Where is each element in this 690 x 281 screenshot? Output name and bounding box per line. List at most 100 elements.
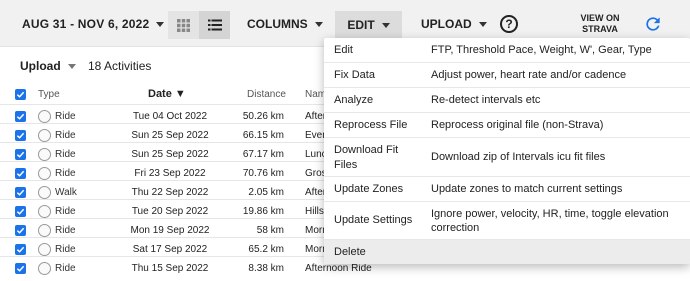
row-date: Tue 04 Oct 2022 <box>132 111 208 122</box>
view-on-strava-button[interactable]: VIEW ON STRAVA <box>577 13 623 35</box>
menu-item-label: Update Settings <box>334 214 413 226</box>
bike-icon <box>38 129 51 142</box>
row-distance: 66.15 km <box>242 130 284 141</box>
menu-item-delete[interactable]: Delete <box>324 240 690 264</box>
check-icon <box>16 265 25 272</box>
view-toggle <box>168 11 230 39</box>
date-range-label: AUG 31 - NOV 6, 2022 <box>22 17 150 31</box>
menu-item-download-fit-files[interactable]: Download Fit Files Download zip of Inter… <box>324 138 690 177</box>
row-type: Ride <box>55 244 76 255</box>
menu-item-label: Edit <box>334 44 353 56</box>
row-checkbox[interactable] <box>15 111 26 122</box>
menu-item-label: Fix Data <box>334 69 375 81</box>
view-on-strava-line1: VIEW ON <box>580 13 620 23</box>
menu-item-fix-data[interactable]: Fix Data Adjust power, heart rate and/or… <box>324 63 690 88</box>
check-icon <box>16 132 25 139</box>
row-name[interactable]: Hills <box>305 206 324 217</box>
row-distance: 65.2 km <box>248 244 284 255</box>
help-icon[interactable]: ? <box>500 15 518 33</box>
menu-item-description: FTP, Threshold Pace, Weight, W', Gear, T… <box>431 44 652 56</box>
menu-item-analyze[interactable]: Analyze Re-detect intervals etc <box>324 88 690 113</box>
date-range-selector[interactable]: AUG 31 - NOV 6, 2022 <box>22 17 165 31</box>
menu-item-label: Delete <box>334 246 366 258</box>
row-distance: 8.38 km <box>248 263 284 274</box>
menu-item-label: Reprocess File <box>334 119 408 131</box>
refresh-icon[interactable] <box>643 14 663 34</box>
edit-label: EDIT <box>347 18 375 32</box>
row-type: Ride <box>55 111 76 122</box>
row-distance: 67.17 km <box>242 149 284 160</box>
bike-icon <box>38 148 51 161</box>
upload-button[interactable]: UPLOAD <box>421 17 487 31</box>
menu-item-description: Reprocess original file (non-Strava) <box>431 119 604 131</box>
check-icon <box>16 91 25 98</box>
row-name[interactable]: After <box>305 111 326 122</box>
menu-item-label: Analyze <box>334 94 374 106</box>
row-type: Ride <box>55 168 76 179</box>
row-distance: 50.26 km <box>242 111 284 122</box>
row-checkbox[interactable] <box>15 149 26 160</box>
row-date: Mon 19 Sep 2022 <box>130 225 210 236</box>
row-name[interactable]: Afternoon Ride <box>305 263 372 274</box>
row-type: Ride <box>55 206 76 217</box>
list-view-button[interactable] <box>199 11 230 39</box>
row-type: Ride <box>55 130 76 141</box>
row-date: Thu 15 Sep 2022 <box>131 263 209 274</box>
upload-label: UPLOAD <box>421 17 472 31</box>
list-view-icon <box>207 19 222 31</box>
bike-icon <box>38 262 51 275</box>
menu-item-description: Download zip of Intervals icu fit files <box>431 151 606 163</box>
select-all-checkbox[interactable] <box>15 89 26 100</box>
row-checkbox[interactable] <box>15 130 26 141</box>
column-header-type[interactable]: Type <box>38 89 60 100</box>
menu-item-description: Ignore power, velocity, HR, time, toggle… <box>431 208 669 234</box>
chevron-down-icon <box>478 21 487 27</box>
row-date: Thu 22 Sep 2022 <box>131 187 209 198</box>
check-icon <box>16 113 25 120</box>
menu-item-update-settings[interactable]: Update Settings Ignore power, velocity, … <box>324 202 690 240</box>
menu-item-update-zones[interactable]: Update Zones Update zones to match curre… <box>324 177 690 202</box>
row-checkbox[interactable] <box>15 206 26 217</box>
check-icon <box>16 151 25 158</box>
upload-dropdown-label: Upload <box>20 59 61 73</box>
upload-dropdown[interactable]: Upload <box>20 59 76 73</box>
check-icon <box>16 227 25 234</box>
menu-item-label: Download Fit Files <box>334 144 399 171</box>
check-icon <box>16 170 25 177</box>
row-date: Sun 25 Sep 2022 <box>131 149 209 160</box>
bike-icon <box>38 224 51 237</box>
grid-view-button[interactable] <box>168 11 199 39</box>
row-date: Fri 23 Sep 2022 <box>134 168 206 179</box>
column-header-date[interactable]: Date ▼ <box>148 88 186 100</box>
menu-item-edit[interactable]: Edit FTP, Threshold Pace, Weight, W', Ge… <box>324 38 690 63</box>
row-checkbox[interactable] <box>15 187 26 198</box>
row-type: Ride <box>55 225 76 236</box>
row-type: Ride <box>55 149 76 160</box>
row-checkbox[interactable] <box>15 244 26 255</box>
row-type: Walk <box>55 187 77 198</box>
help-symbol: ? <box>505 17 513 31</box>
menu-item-description: Re-detect intervals etc <box>431 94 541 106</box>
check-icon <box>16 189 25 196</box>
edit-menu-button[interactable]: EDIT <box>335 11 402 39</box>
row-checkbox[interactable] <box>15 225 26 236</box>
activities-count: 18 Activities <box>88 59 152 73</box>
edit-dropdown-menu: Edit FTP, Threshold Pace, Weight, W', Ge… <box>324 38 690 264</box>
row-name[interactable]: After <box>305 187 326 198</box>
row-distance: 58 km <box>256 225 284 236</box>
column-header-distance[interactable]: Distance <box>247 89 286 100</box>
row-distance: 70.76 km <box>242 168 284 179</box>
menu-item-label: Update Zones <box>334 183 404 195</box>
columns-label: COLUMNS <box>247 17 308 31</box>
menu-item-reprocess-file[interactable]: Reprocess File Reprocess original file (… <box>324 113 690 138</box>
chevron-down-icon <box>314 21 323 27</box>
bike-icon <box>38 110 51 123</box>
bike-icon <box>38 243 51 256</box>
columns-button[interactable]: COLUMNS <box>247 17 323 31</box>
menu-item-description: Update zones to match current settings <box>431 183 623 195</box>
row-distance: 2.05 km <box>248 187 284 198</box>
row-checkbox[interactable] <box>15 263 26 274</box>
walk-icon <box>38 186 51 199</box>
row-checkbox[interactable] <box>15 168 26 179</box>
chevron-down-icon <box>156 21 165 27</box>
